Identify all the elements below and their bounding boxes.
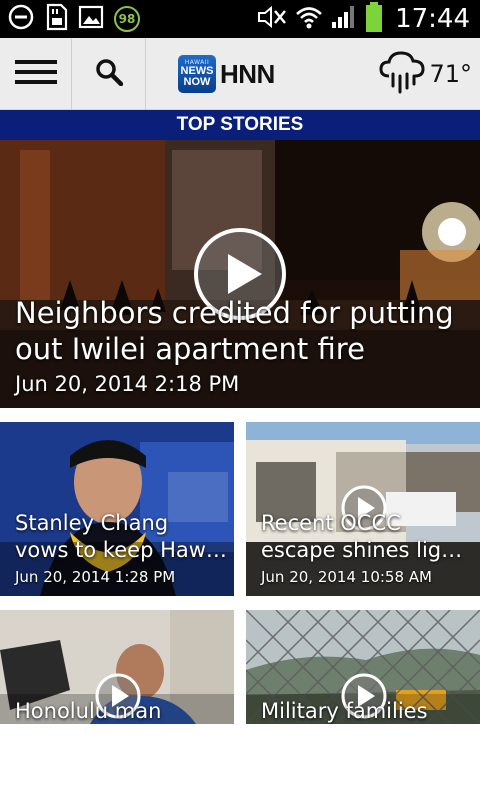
story-title-line1: Recent OCCC: [261, 511, 401, 535]
temperature: 71°: [429, 60, 472, 88]
mute-icon: [257, 5, 287, 34]
story-title-line2: escape shines lig…: [261, 538, 463, 562]
story-title-line1: Stanley Chang: [15, 511, 169, 535]
menu-button[interactable]: [0, 38, 72, 110]
story-title-line2: vows to keep Haw…: [15, 538, 227, 562]
logo-badge-line3: NOW: [183, 76, 211, 88]
story-title[interactable]: Military families: [261, 698, 476, 724]
wifi-icon: [295, 4, 323, 35]
search-icon: [95, 58, 123, 91]
search-button[interactable]: [72, 38, 146, 110]
story-title[interactable]: Stanley Chang vows to keep Haw…: [15, 510, 230, 564]
battery-saver-badge-icon: 98: [114, 6, 140, 32]
section-banner: TOP STORIES: [0, 110, 480, 140]
hero-story[interactable]: Neighbors credited for putting out Iwile…: [0, 140, 480, 408]
story-card[interactable]: Honolulu man: [0, 610, 234, 724]
clock-time: 17:44: [395, 4, 470, 34]
status-bar: 98 17:44: [0, 0, 480, 38]
hamburger-menu-icon: [14, 59, 57, 90]
signal-icon: [331, 4, 357, 35]
hero-headline-line1: Neighbors credited for putting: [15, 296, 454, 330]
story-title[interactable]: Recent OCCC escape shines lig…: [261, 510, 476, 564]
do-not-disturb-icon: [8, 4, 34, 35]
story-title[interactable]: Honolulu man: [15, 698, 230, 724]
story-title-line1: Honolulu man: [15, 699, 162, 723]
story-date: Jun 20, 2014 1:28 PM: [15, 568, 176, 586]
story-card[interactable]: Military families: [246, 610, 480, 724]
weather-button[interactable]: 71°: [379, 38, 472, 110]
app-bar: HAWAII NEWS NOW HNN 71°: [0, 38, 480, 110]
story-card[interactable]: Stanley Chang vows to keep Haw… Jun 20, …: [0, 422, 234, 596]
story-title-line1: Military families: [261, 699, 428, 723]
hero-date: Jun 20, 2014 2:18 PM: [15, 372, 240, 396]
rain-cloud-icon: [379, 50, 425, 99]
battery-icon: [365, 1, 383, 37]
story-date: Jun 20, 2014 10:58 AM: [261, 568, 432, 586]
hero-headline[interactable]: Neighbors credited for putting out Iwile…: [15, 295, 465, 367]
logo-badge: HAWAII NEWS NOW: [178, 55, 216, 93]
logo-text: HNN: [220, 58, 275, 89]
story-card[interactable]: Recent OCCC escape shines lig… Jun 20, 2…: [246, 422, 480, 596]
hero-headline-line2: out Iwilei apartment fire: [15, 332, 365, 366]
image-icon: [78, 5, 104, 34]
sd-card-icon: [44, 3, 68, 36]
hnn-logo[interactable]: HAWAII NEWS NOW HNN: [178, 52, 275, 96]
